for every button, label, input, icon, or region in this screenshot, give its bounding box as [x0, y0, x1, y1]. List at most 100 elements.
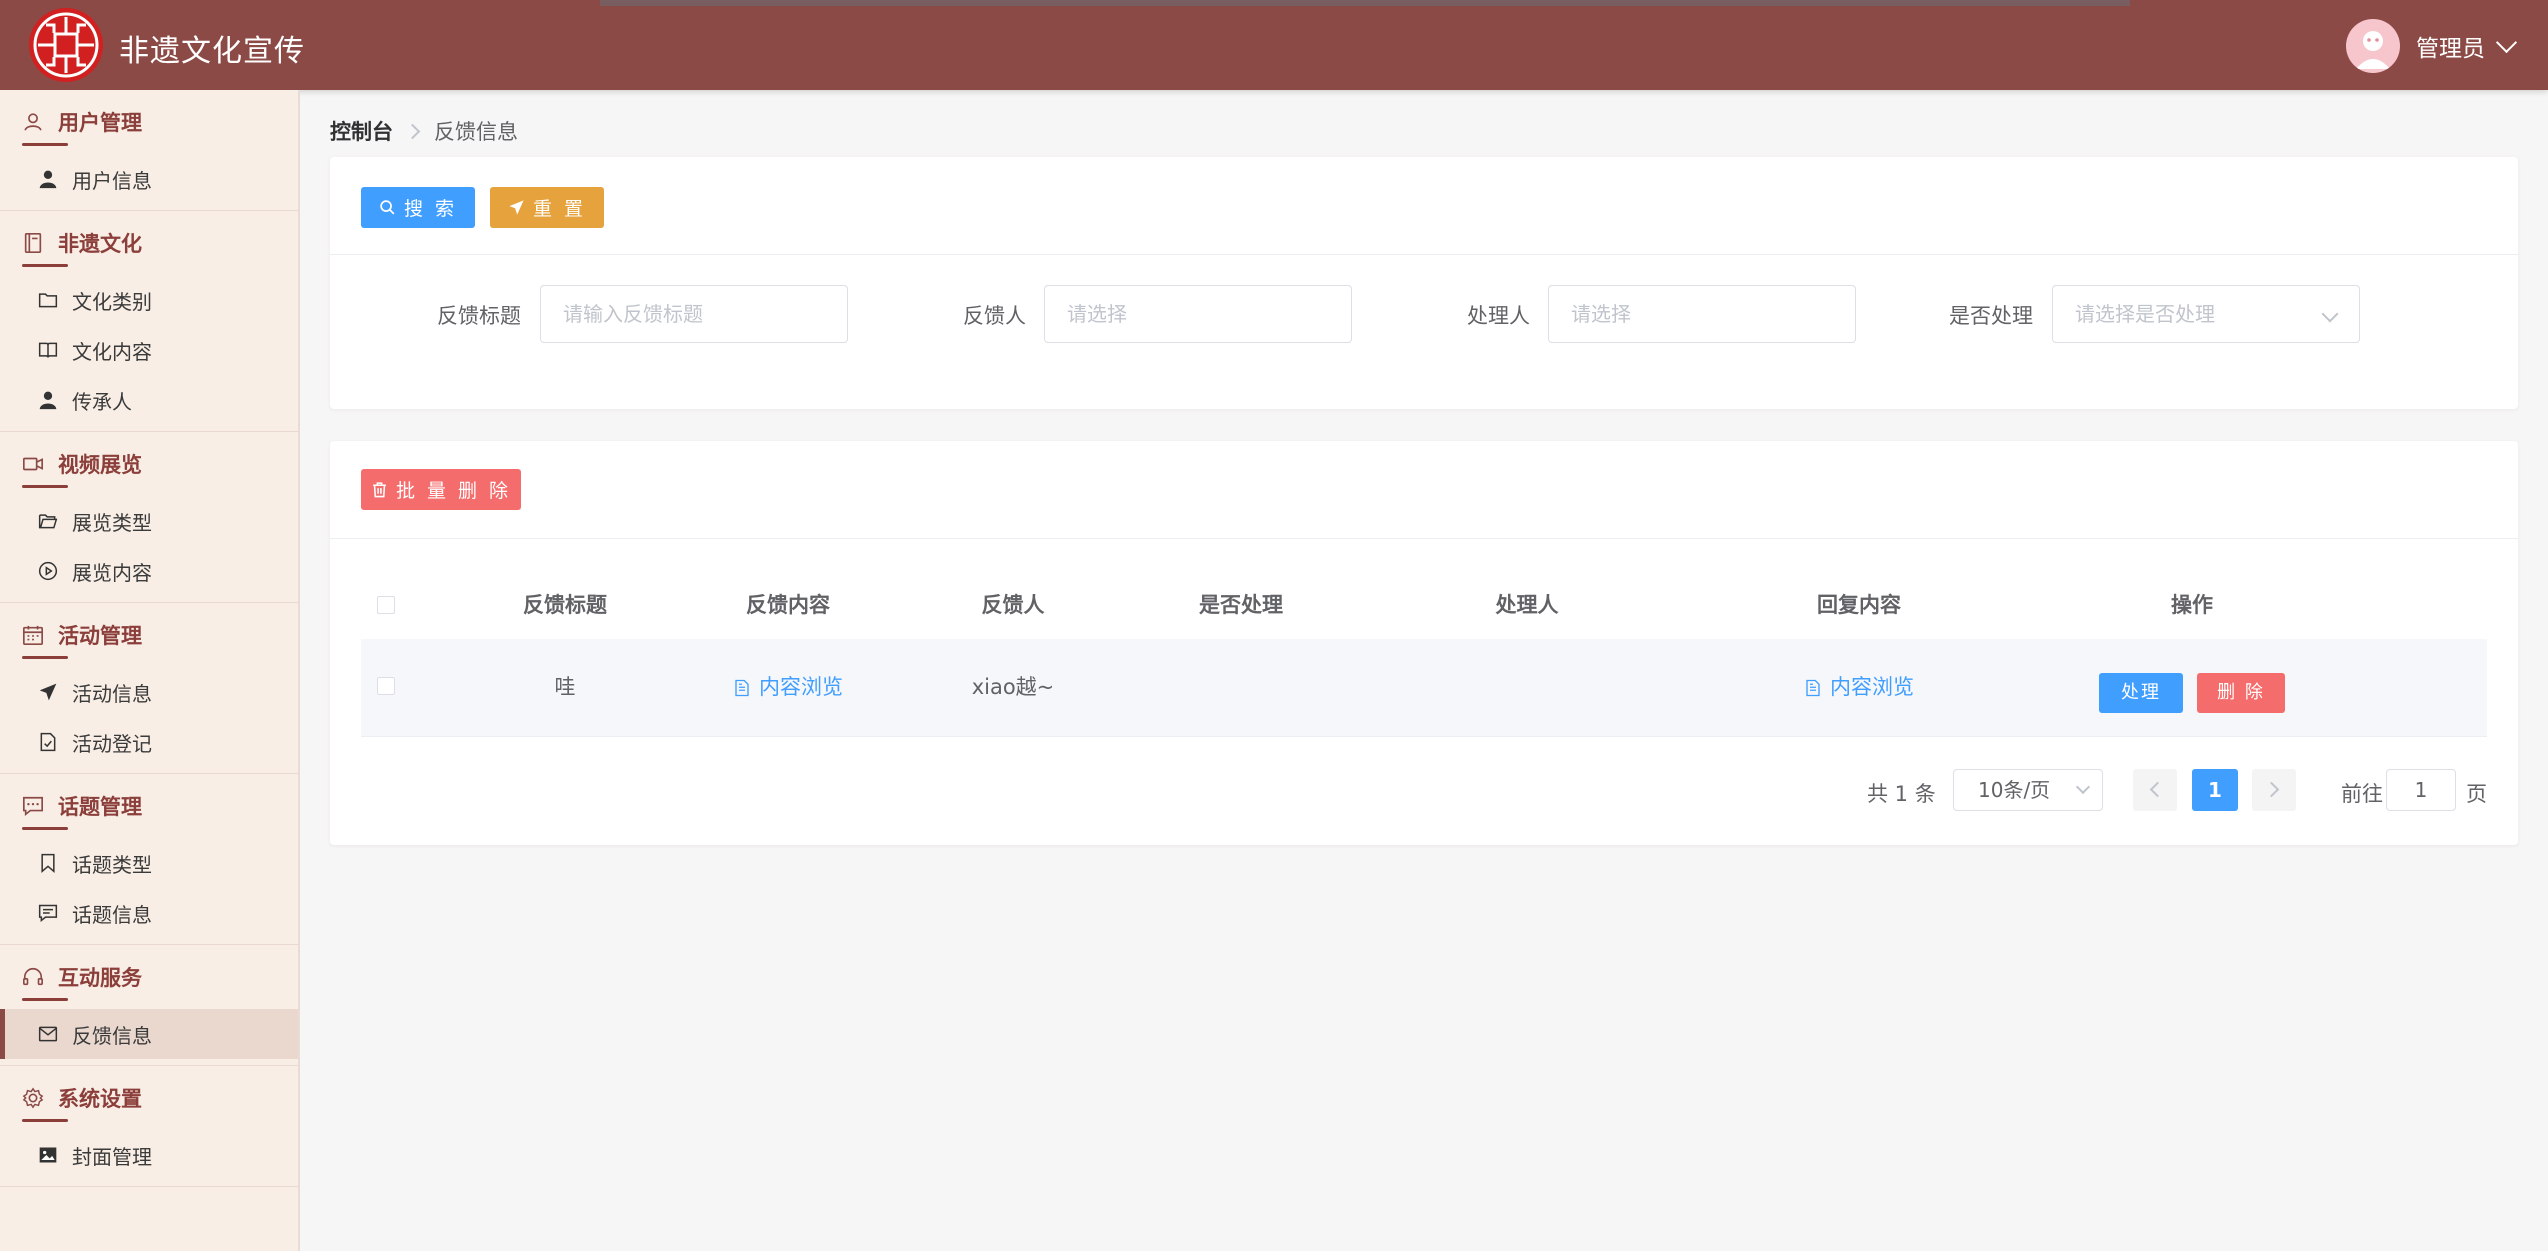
sidebar-item-user-info[interactable]: 用户信息	[0, 154, 298, 204]
column-header[interactable]: 反馈内容	[688, 571, 888, 639]
sidebar-item-exhibit-content[interactable]: 展览内容	[0, 546, 298, 596]
table-header: 反馈标题 反馈内容 反馈人 是否处理 处理人 回复内容 操作	[361, 571, 2487, 640]
handled-status-select[interactable]	[2052, 285, 2360, 343]
chevron-down-icon[interactable]	[2495, 31, 2518, 53]
sidebar-item-cover[interactable]: 封面管理	[0, 1130, 298, 1180]
cell-handler	[1427, 639, 1627, 736]
chevron-left-icon	[2149, 781, 2166, 798]
search-toolbar: 搜 索 重 置	[330, 157, 2518, 255]
pager-total: 共 1 条	[1867, 782, 1936, 806]
handled-status-label: 是否处理	[1949, 304, 2033, 328]
column-header[interactable]: 处理人	[1427, 571, 1627, 639]
handler-select[interactable]	[1548, 285, 1856, 343]
page-number-current[interactable]: 1	[2192, 769, 2238, 811]
feedback-title-input[interactable]	[540, 285, 848, 343]
breadcrumb-current: 反馈信息	[434, 120, 518, 144]
sidebar-group-user: 用户管理 用户信息	[0, 90, 298, 211]
batch-delete-button[interactable]: 批 量 删 除	[361, 469, 521, 510]
chevron-down-icon	[2075, 779, 2091, 795]
sidebar-item-exhibit-type[interactable]: 展览类型	[0, 496, 298, 546]
sidebar-item-topic-type[interactable]: 话题类型	[0, 838, 298, 888]
column-header[interactable]: 是否处理	[1141, 571, 1341, 639]
avatar-face-icon	[2356, 31, 2390, 69]
delete-button[interactable]: 删 除	[2197, 673, 2285, 713]
cell-user: xiao越~	[971, 675, 1055, 699]
page-size-select[interactable]: 10条/页	[1953, 769, 2103, 811]
column-header[interactable]: 反馈人	[913, 571, 1113, 639]
sidebar-group-activity: 活动管理 活动信息 活动登记	[0, 603, 298, 774]
sidebar-group-title[interactable]: 非遗文化	[0, 211, 298, 275]
avatar[interactable]	[2346, 19, 2400, 73]
sidebar-item-inheritor[interactable]: 传承人	[0, 375, 298, 425]
breadcrumb: 控制台 反馈信息	[330, 116, 518, 146]
cell-reply: 内容浏览	[1759, 639, 1959, 736]
app-title: 非遗文化宣传	[119, 34, 305, 69]
document-icon	[1806, 679, 1820, 696]
sidebar-item-feedback[interactable]: 反馈信息	[0, 1009, 298, 1059]
breadcrumb-home[interactable]: 控制台	[330, 116, 393, 146]
setting-icon	[22, 1087, 44, 1109]
send-icon	[39, 683, 57, 701]
user-outline-icon	[24, 113, 42, 131]
sidebar-item-topic-info[interactable]: 话题信息	[0, 888, 298, 938]
user-name[interactable]: 管理员	[2416, 29, 2485, 63]
feedback-title-label: 反馈标题	[437, 304, 521, 328]
table-row[interactable]: 哇 内容浏览 xiao越~ 内容浏览 处理 删 除	[361, 639, 2487, 737]
column-header[interactable]: 回复内容	[1759, 571, 1959, 639]
sidebar-item-culture-content[interactable]: 文化内容	[0, 325, 298, 375]
goto-page-input[interactable]: 1	[2386, 769, 2456, 811]
search-button[interactable]: 搜 索	[361, 187, 475, 228]
sidebar-group-title[interactable]: 系统设置	[0, 1066, 298, 1130]
reply-view-link[interactable]: 内容浏览	[1804, 639, 1914, 736]
handle-button[interactable]: 处理	[2099, 673, 2183, 713]
cell-content: 内容浏览	[688, 639, 888, 736]
document-icon	[735, 679, 749, 696]
trash-icon	[373, 482, 386, 498]
top-header: 非遗文化宣传 管理员	[0, 0, 2548, 90]
sidebar-group-topic: 话题管理 话题类型 话题信息	[0, 774, 298, 945]
handler-label: 处理人	[1467, 304, 1530, 328]
calendar-icon	[23, 625, 43, 645]
goto-suffix: 页	[2466, 782, 2487, 806]
sidebar-item-activity-info[interactable]: 活动信息	[0, 667, 298, 717]
cell-handled	[1141, 639, 1341, 736]
sidebar-group-title[interactable]: 用户管理	[0, 90, 298, 154]
row-checkbox[interactable]	[377, 677, 395, 695]
search-icon	[380, 200, 395, 215]
select-all-checkbox[interactable]	[377, 596, 395, 614]
person-icon	[39, 391, 57, 410]
play-circle-icon	[38, 561, 58, 581]
sidebar-group-title[interactable]: 活动管理	[0, 603, 298, 667]
column-header: 操作	[2171, 593, 2213, 617]
user-filled-icon	[39, 170, 57, 189]
send-icon	[509, 200, 524, 215]
feedback-user-select[interactable]	[1044, 285, 1352, 343]
sidebar-group-settings: 系统设置 封面管理	[0, 1066, 298, 1187]
notebook-icon	[24, 233, 42, 253]
folder-icon	[38, 293, 58, 308]
sidebar-item-activity-register[interactable]: 活动登记	[0, 717, 298, 767]
folder-opened-icon	[38, 514, 58, 529]
prev-page-button[interactable]	[2133, 769, 2177, 811]
table-toolbar: 批 量 删 除	[330, 441, 2518, 539]
feedback-user-label: 反馈人	[963, 304, 1026, 328]
picture-icon	[39, 1147, 57, 1163]
column-header[interactable]: 反馈标题	[465, 571, 665, 639]
table-card: 批 量 删 除 反馈标题 反馈内容 反馈人 是否处理 处理人 回复内容 操作 哇…	[330, 441, 2518, 845]
chevron-right-icon	[2263, 781, 2280, 798]
video-camera-icon	[23, 457, 43, 471]
reset-button[interactable]: 重 置	[490, 187, 604, 228]
app-logo-icon	[29, 8, 103, 82]
goto-prefix: 前往	[2341, 782, 2383, 806]
next-page-button[interactable]	[2252, 769, 2296, 811]
content-view-link[interactable]: 内容浏览	[733, 639, 843, 736]
sidebar-group-title[interactable]: 话题管理	[0, 774, 298, 838]
sidebar-item-culture-category[interactable]: 文化类别	[0, 275, 298, 325]
search-card: 搜 索 重 置 反馈标题 反馈人 处理人 是否处理	[330, 157, 2518, 409]
cell-title: 哇	[554, 675, 576, 699]
user-menu[interactable]: 管理员	[2346, 19, 2518, 73]
sidebar-group-title[interactable]: 视频展览	[0, 432, 298, 496]
sidebar-group-title[interactable]: 互动服务	[0, 945, 298, 1009]
header-accent-line	[600, 0, 2130, 6]
sidebar-group-video: 视频展览 展览类型 展览内容	[0, 432, 298, 603]
